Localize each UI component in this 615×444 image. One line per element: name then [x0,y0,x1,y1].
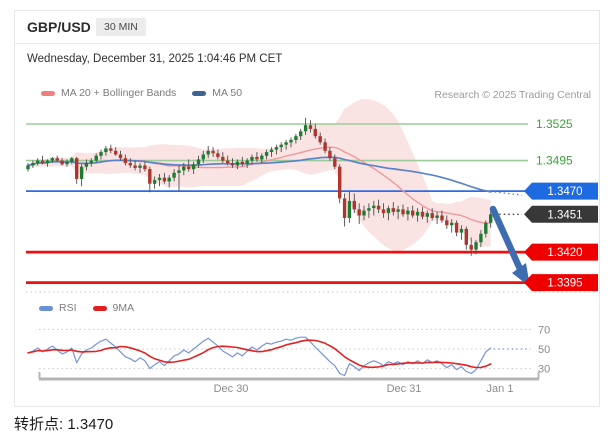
x-axis-label-jan1: Jan 1 [486,383,514,395]
rsi-tick-label-30: 30 [538,364,550,376]
legend-item-9ma: 9MA [92,302,135,314]
rsi-line [27,336,492,377]
chart-card: GBP/USD 30 MIN Wednesday, December 31, 2… [14,10,600,407]
rsi-legend-label: RSI [59,302,77,314]
rsi-swatch-icon [39,305,53,311]
pivot-point-text: 转折点: 1.3470 [14,413,113,434]
projection-arrow [489,205,524,273]
rsi-tick-label-70: 70 [538,324,550,336]
level-badge-label-1.3451: 1.3451 [547,209,582,221]
level-label-1.3495: 1.3495 [536,154,573,168]
chart-canvas[interactable]: 1.3525 1.3495 1.3470 1.3451 1.3420 1.3395 70 50… [15,11,599,406]
nine-ma-legend-label: 9MA [112,302,135,314]
rsi-tick-label-50: 50 [538,344,550,356]
bollinger-band [28,99,491,252]
page: GBP/USD 30 MIN Wednesday, December 31, 2… [0,0,615,444]
level-badge-label-1.3395: 1.3395 [547,278,582,290]
rsi-9ma-line [27,339,492,369]
level-badge-label-1.3420: 1.3420 [547,247,582,259]
x-axis-label-dec31: Dec 31 [386,383,422,395]
legend-item-rsi: RSI [39,302,77,314]
pivot-point-label: 转折点: [14,416,64,433]
nine-ma-swatch-icon [92,305,107,311]
ma50-projection-dotted [494,191,523,196]
x-axis-label-dec30: Dec 30 [213,383,249,395]
level-badge-label-1.3470: 1.3470 [547,186,582,198]
level-label-1.3525: 1.3525 [536,117,573,131]
pivot-point-value: 1.3470 [67,416,114,433]
rsi-legend: RSI 9MA [39,302,134,314]
